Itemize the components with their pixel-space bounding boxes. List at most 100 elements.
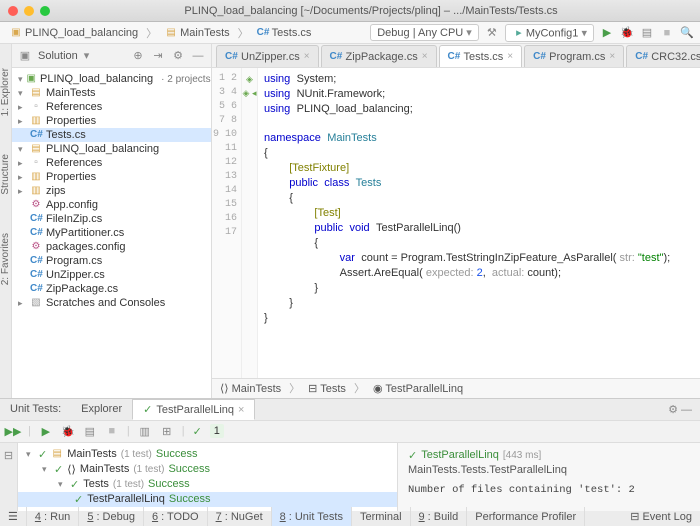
expand-icon[interactable]: ▸ — [18, 158, 26, 169]
close-icon[interactable]: × — [422, 51, 428, 62]
test-node-namespace[interactable]: ▾✓⟨⟩ MainTests (1 test) Success — [18, 462, 397, 477]
hide-icon[interactable]: — — [191, 49, 205, 63]
tree-file[interactable]: ⚙packages.config — [12, 240, 211, 254]
expand-icon[interactable]: ▾ — [18, 74, 23, 85]
run-config-select[interactable]: ▸MyConfig1 ▾ — [505, 24, 594, 42]
solution-tree[interactable]: ▾ ▣ PLINQ_load_balancing· 2 projects ▾▤M… — [12, 68, 211, 314]
tab-zippackage[interactable]: C#ZipPackage.cs× — [321, 45, 437, 67]
tree-file[interactable]: ⚙App.config — [12, 198, 211, 212]
run-icon[interactable]: ▶ — [600, 26, 614, 40]
tab-crc32[interactable]: C#CRC32.cs× — [626, 45, 700, 67]
cs-file-icon: C# — [257, 27, 269, 39]
scroll-from-source-icon[interactable]: ⊕ — [131, 49, 145, 63]
close-icon[interactable]: × — [609, 51, 615, 62]
tree-file[interactable]: C#MyPartitioner.cs — [12, 226, 211, 240]
tool-tab-favorites[interactable]: 2: Favorites — [0, 229, 11, 289]
run-tests-icon[interactable]: ▶ — [39, 424, 53, 438]
tree-references[interactable]: ▸▫References — [12, 100, 211, 114]
coverage-icon[interactable]: ▤ — [83, 424, 97, 438]
cs-file-icon: C# — [30, 283, 42, 295]
tree-root[interactable]: ▾ ▣ PLINQ_load_balancing· 2 projects — [12, 72, 211, 86]
gear-icon[interactable]: ⚙ — [171, 49, 185, 63]
tab-program[interactable]: C#Program.cs× — [524, 45, 624, 67]
stop-icon[interactable]: ■ — [105, 424, 119, 438]
search-icon[interactable]: 🔍 — [680, 26, 694, 40]
sb-terminal[interactable]: Terminal — [352, 507, 411, 526]
tree-file-tests[interactable]: C#Tests.cs — [12, 128, 211, 142]
stop-icon[interactable]: ■ — [660, 26, 674, 40]
tree-file[interactable]: C#FileInZip.cs — [12, 212, 211, 226]
tab-unzipper[interactable]: C#UnZipper.cs× — [216, 45, 319, 67]
test-node-project[interactable]: ▾✓▤MainTests (1 test) Success — [18, 447, 397, 462]
sb-build[interactable]: 9: Build — [411, 507, 468, 526]
expand-icon[interactable]: ▾ — [18, 88, 26, 99]
close-icon[interactable]: × — [304, 51, 310, 62]
zoom-icon[interactable] — [40, 6, 50, 16]
close-icon[interactable]: × — [238, 404, 244, 416]
breadcrumb-project[interactable]: ▣PLINQ_load_balancing — [6, 26, 142, 40]
expand-icon[interactable]: ▸ — [18, 186, 26, 197]
tree-properties[interactable]: ▸▥Properties — [12, 114, 211, 128]
collapse-icon[interactable]: ⇥ — [151, 49, 165, 63]
test-output: ✓TestParallelLinq [443 ms] MainTests.Tes… — [398, 443, 700, 511]
expand-icon[interactable]: ▸ — [18, 172, 26, 183]
rerun-icon[interactable]: ▶▶ — [6, 424, 20, 438]
collapse-icon[interactable]: ⊟ — [2, 449, 16, 463]
test-node-method[interactable]: ✓TestParallelLinq Success — [18, 492, 397, 507]
crumb-namespace[interactable]: ⟨⟩ MainTests — [220, 382, 281, 395]
code-editor[interactable]: using System; using NUnit.Framework; usi… — [258, 68, 700, 378]
tree-scratches[interactable]: ▸▧Scratches and Consoles — [12, 296, 211, 310]
chevron-down-icon[interactable]: ▾ — [84, 49, 90, 62]
debug-tests-icon[interactable]: 🐞 — [61, 424, 75, 438]
tree-file[interactable]: C#UnZipper.cs — [12, 268, 211, 282]
passed-icon[interactable]: ✓ — [193, 425, 202, 438]
tree-file[interactable]: C#ZipPackage.cs — [12, 282, 211, 296]
breadcrumb-file[interactable]: C#Tests.cs — [253, 26, 316, 40]
tree-folder-zips[interactable]: ▸▥zips — [12, 184, 211, 198]
csproj-icon: ▤ — [30, 87, 42, 99]
expand-icon[interactable]: ▾ — [18, 144, 26, 155]
test-tree[interactable]: ▾✓▤MainTests (1 test) Success ▾✓⟨⟩ MainT… — [18, 443, 398, 511]
tree-references[interactable]: ▸▫References — [12, 156, 211, 170]
crumb-class[interactable]: ⊟ Tests — [308, 382, 346, 395]
sb-nuget[interactable]: 7: NuGet — [208, 507, 272, 526]
sb-run[interactable]: 4: 4: RunRun — [27, 507, 79, 526]
gear-icon[interactable]: ⚙ — — [660, 403, 700, 416]
breadcrumb-folder[interactable]: ▤MainTests — [161, 26, 234, 40]
crumb-method[interactable]: ◉ TestParallelLinq — [373, 382, 463, 395]
window-controls — [8, 6, 50, 16]
test-result-name: ✓TestParallelLinq [443 ms] — [408, 449, 690, 462]
solution-icon: ▣ — [18, 49, 32, 63]
tree-properties[interactable]: ▸▥Properties — [12, 170, 211, 184]
cs-file-icon: C# — [30, 255, 42, 267]
tool-tab-structure[interactable]: Structure — [0, 150, 11, 199]
debug-icon[interactable]: 🐞 — [620, 26, 634, 40]
expand-icon[interactable]: ▸ — [18, 298, 26, 309]
tree-project[interactable]: ▾▤MainTests — [12, 86, 211, 100]
expand-icon[interactable]: ▸ — [18, 102, 26, 113]
sb-event-log[interactable]: ⊟ Event Log — [622, 507, 700, 526]
sb-todo[interactable]: 6: TODO — [144, 507, 208, 526]
test-node-class[interactable]: ▾✓Tests (1 test) Success — [18, 477, 397, 492]
expand-icon[interactable]: ▸ — [18, 116, 26, 127]
status-menu-icon[interactable]: ☰ — [0, 507, 27, 526]
close-icon[interactable] — [8, 6, 18, 16]
tab-session[interactable]: ✓TestParallelLinq × — [132, 399, 255, 420]
sb-unit-tests[interactable]: 8: Unit Tests — [272, 507, 352, 526]
expand-all-icon[interactable]: ⊞ — [160, 424, 174, 438]
tab-explorer[interactable]: Explorer — [71, 400, 132, 418]
tree-project[interactable]: ▾▤PLINQ_load_balancing — [12, 142, 211, 156]
minimize-icon[interactable] — [24, 6, 34, 16]
tool-tab-explorer[interactable]: 1: Explorer — [0, 64, 11, 120]
chevron-icon: 〉 — [238, 25, 249, 41]
hammer-icon[interactable]: ⚒ — [485, 26, 499, 40]
gutter-marks[interactable]: ◈ ◈ ◂ — [242, 68, 258, 378]
filter-icon[interactable]: ▥ — [138, 424, 152, 438]
close-icon[interactable]: × — [507, 51, 513, 62]
sb-debug[interactable]: 5: Debug — [79, 507, 144, 526]
tab-tests[interactable]: C#Tests.cs× — [439, 45, 523, 67]
coverage-icon[interactable]: ▤ — [640, 26, 654, 40]
solution-config-select[interactable]: Debug | Any CPU ▾ — [370, 24, 479, 41]
tree-file[interactable]: C#Program.cs — [12, 254, 211, 268]
sb-profiler[interactable]: Performance Profiler — [467, 507, 585, 526]
